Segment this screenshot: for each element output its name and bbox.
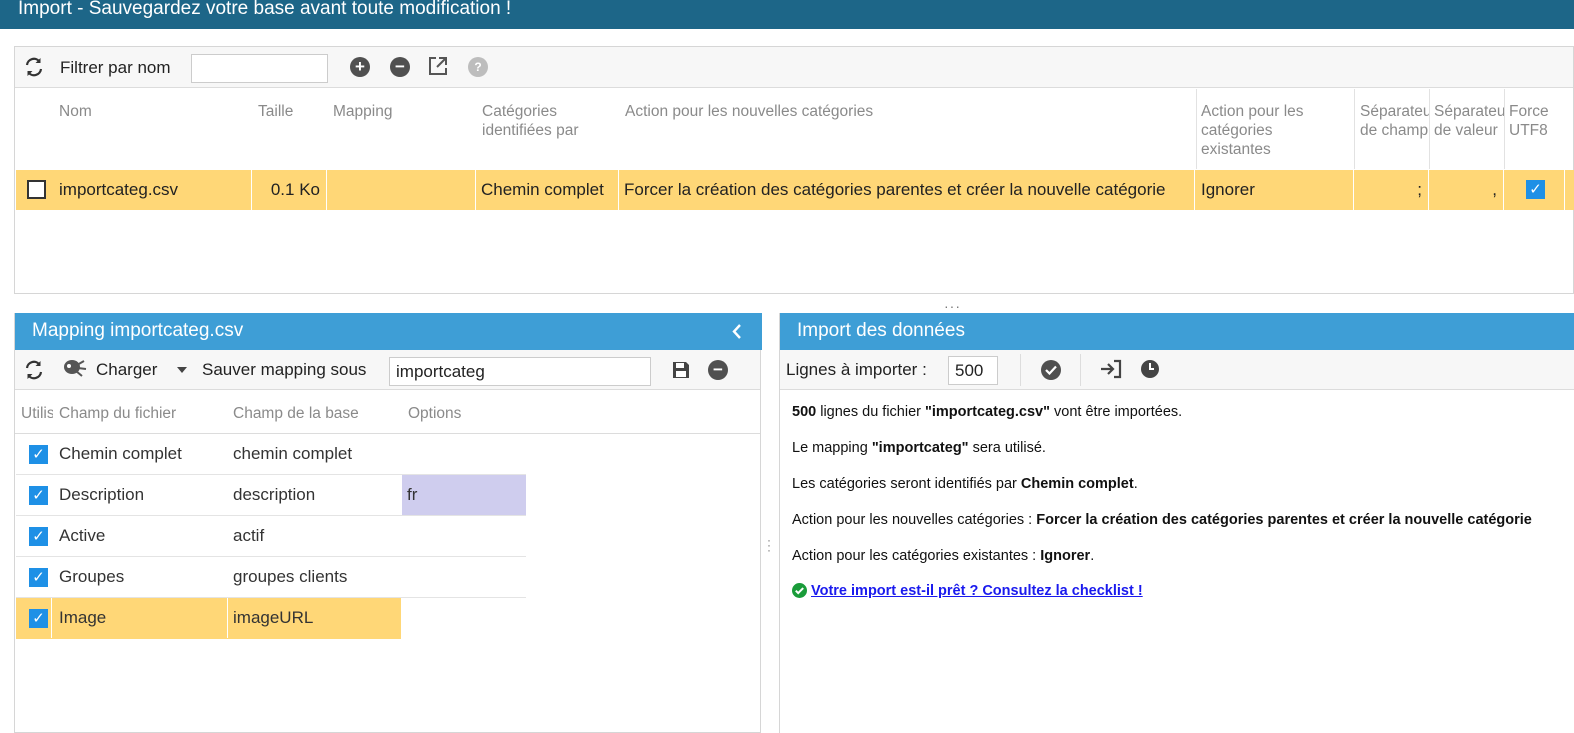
file-mapping <box>327 170 476 210</box>
file-field: Image <box>59 608 107 627</box>
import-title: Import des données <box>797 320 965 341</box>
mapping-title: Mapping importcateg.csv <box>32 320 244 341</box>
files-toolbar: Filtrer par nom + − ? <box>15 47 1573 88</box>
db-field[interactable]: chemin complet <box>233 434 352 474</box>
used-checkbox[interactable]: ✓ <box>29 527 48 546</box>
summary-line-existing-action: Action pour les catégories existantes : … <box>792 548 1095 564</box>
used-checkbox[interactable]: ✓ <box>29 486 48 505</box>
summary-line-mapping: Le mapping "importcateg" sera utilisé. <box>792 440 1046 456</box>
open-external-icon[interactable] <box>427 55 449 77</box>
file-existing-action: Ignorer <box>1195 170 1354 210</box>
file-value-sep: , <box>1429 170 1504 210</box>
file-field: Chemin complet <box>59 444 182 463</box>
db-field[interactable]: actif <box>233 516 264 556</box>
load-button[interactable]: Charger <box>96 360 157 380</box>
options-value: fr <box>407 485 418 504</box>
import-header: Import des données <box>780 313 1574 350</box>
add-icon[interactable]: + <box>350 57 370 77</box>
check-circle-icon <box>792 583 807 598</box>
file-name: importcateg.csv <box>53 170 252 210</box>
validate-icon[interactable] <box>1041 360 1061 380</box>
options-cell[interactable]: fr <box>402 475 526 515</box>
used-checkbox[interactable]: ✓ <box>29 445 48 464</box>
mapping-header: Mapping importcateg.csv <box>15 313 762 350</box>
used-checkbox[interactable]: ✓ <box>29 568 48 587</box>
remove-icon[interactable]: − <box>390 57 410 77</box>
window-title-bar: Import - Sauvegardez votre base avant to… <box>0 0 1574 29</box>
col-header-options[interactable]: Options <box>408 404 461 423</box>
checklist-link[interactable]: Votre import est-il prêt ? Consultez la … <box>811 583 1143 599</box>
refresh-icon[interactable] <box>23 359 45 381</box>
refresh-icon[interactable] <box>23 56 45 78</box>
window-title: Import - Sauvegardez votre base avant to… <box>18 0 512 19</box>
save-icon[interactable] <box>671 360 691 380</box>
schedule-icon[interactable] <box>1140 359 1160 379</box>
file-size: 0.1 Ko <box>252 170 327 210</box>
run-import-icon[interactable] <box>1099 358 1123 380</box>
file-field: Description <box>59 485 145 504</box>
row-checkbox[interactable] <box>27 180 46 199</box>
mapping-name-input[interactable]: importcateg <box>389 357 651 386</box>
save-as-label: Sauver mapping sous <box>202 360 367 379</box>
used-checkbox[interactable]: ✓ <box>29 609 48 628</box>
lines-input[interactable]: 500 <box>948 356 998 385</box>
checklist-row: Votre import est-il prêt ? Consultez la … <box>792 583 1143 599</box>
col-header-db-field[interactable]: Champ de la base <box>233 404 359 423</box>
mapping-row-selected[interactable]: ✓ Image imageURL <box>16 598 401 639</box>
col-header-new-action[interactable]: Action pour les nouvelles catégories <box>625 102 873 121</box>
mapping-toolbar: Charger Sauver mapping sous importcateg … <box>15 350 760 390</box>
col-header-existing-action[interactable]: Action pour les catégories existantes <box>1201 102 1341 159</box>
vertical-splitter[interactable]: · · · <box>767 534 771 556</box>
col-header-force-utf8[interactable]: Force UTF8 <box>1509 102 1559 140</box>
db-field[interactable]: imageURL <box>233 598 313 638</box>
col-header-taille[interactable]: Taille <box>258 102 293 121</box>
load-dropdown-icon[interactable] <box>177 367 187 373</box>
mapping-row[interactable]: ✓ Chemin complet chemin complet <box>16 434 526 475</box>
help-icon[interactable]: ? <box>468 57 488 77</box>
load-mapping-icon[interactable] <box>61 357 89 381</box>
mapping-row[interactable]: ✓ Groupes groupes clients <box>16 557 526 598</box>
mapping-row[interactable]: ✓ Description description fr <box>16 475 526 516</box>
summary-line-lines: 500 lignes du fichier "importcateg.csv" … <box>792 404 1183 420</box>
mapping-panel: Mapping importcateg.csv Charger Sauver m… <box>14 313 762 733</box>
mapping-row[interactable]: ✓ Active actif <box>16 516 526 557</box>
import-panel: Import des données Lignes à importer : 5… <box>779 313 1574 733</box>
import-toolbar: Lignes à importer : 500 <box>780 350 1574 390</box>
col-header-used[interactable]: Utilisé <box>21 404 53 423</box>
file-force-utf8: ✓ <box>1504 170 1565 210</box>
file-field-sep: ; <box>1354 170 1429 210</box>
file-identified-by: Chemin complet <box>476 170 619 210</box>
db-field[interactable]: groupes clients <box>233 557 347 597</box>
lines-label: Lignes à importer : <box>786 360 927 379</box>
force-utf8-checkbox[interactable]: ✓ <box>1526 180 1545 199</box>
col-header-mapping[interactable]: Mapping <box>333 102 392 121</box>
delete-mapping-icon[interactable]: − <box>708 360 728 380</box>
collapse-icon[interactable] <box>732 324 742 339</box>
summary-line-new-action: Action pour les nouvelles catégories : F… <box>792 512 1532 528</box>
filter-label: Filtrer par nom <box>60 58 171 77</box>
summary-line-identified: Les catégories seront identifiés par Che… <box>792 476 1138 492</box>
col-header-nom[interactable]: Nom <box>59 102 92 121</box>
file-new-action: Forcer la création des catégories parent… <box>619 170 1195 210</box>
col-header-identified-by[interactable]: Catégories identifiées par <box>482 102 612 140</box>
file-row[interactable]: importcateg.csv 0.1 Ko Chemin complet Fo… <box>16 170 1574 210</box>
files-panel: Filtrer par nom + − ? Nom Taille Mapping… <box>14 46 1574 294</box>
filter-input[interactable] <box>191 54 328 83</box>
db-field[interactable]: description <box>233 475 315 515</box>
col-header-value-sep[interactable]: Séparateur de valeur <box>1434 102 1504 144</box>
file-field: Groupes <box>59 567 125 586</box>
file-field: Active <box>59 526 106 545</box>
horizontal-splitter[interactable]: ··· <box>944 298 961 314</box>
col-header-file-field[interactable]: Champ du fichier <box>59 404 176 423</box>
col-header-field-sep[interactable]: Séparateur de champ <box>1360 102 1430 164</box>
